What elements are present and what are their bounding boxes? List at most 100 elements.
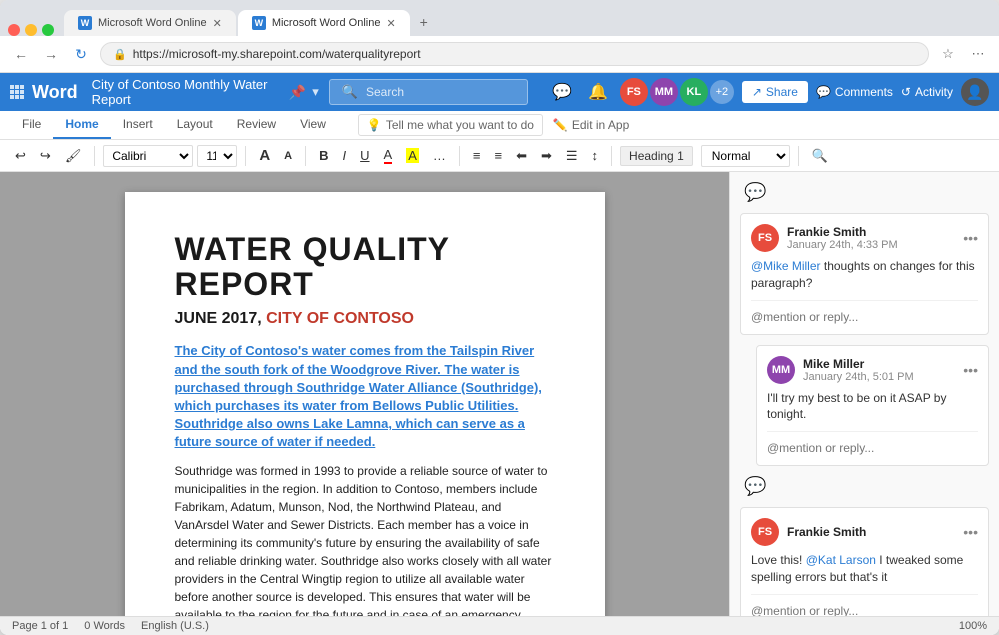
comment-more-3[interactable]: ••• [963, 524, 978, 540]
tab-close-2[interactable]: ✕ [386, 17, 395, 30]
maximize-traffic-light[interactable] [42, 24, 54, 36]
separator-2 [245, 146, 246, 166]
main-content-area: WATER QUALITY REPORT JUNE 2017, CITY OF … [0, 172, 999, 616]
bell-icon[interactable]: 🔔 [584, 80, 612, 104]
numbering-button[interactable]: ≡ [489, 145, 507, 166]
comment-author-2: Mike Miller [803, 357, 955, 371]
format-painter-button[interactable]: 🖌 [60, 145, 87, 167]
word-tab-icon-2: W [252, 16, 266, 30]
close-traffic-light[interactable] [8, 24, 20, 36]
document-scroll-area[interactable]: WATER QUALITY REPORT JUNE 2017, CITY OF … [0, 172, 729, 616]
increase-indent-button[interactable]: ➡ [536, 145, 557, 167]
ribbon-tab-file[interactable]: File [10, 111, 53, 139]
apps-grid-icon[interactable] [10, 85, 24, 99]
tab-label-2: Microsoft Word Online [272, 17, 381, 29]
ribbon-tab-layout[interactable]: Layout [165, 111, 225, 139]
align-button[interactable]: ☰ [561, 145, 583, 167]
comments-button[interactable]: 💬 Comments [816, 85, 893, 99]
highlight-button[interactable]: A [401, 145, 424, 166]
underline-button[interactable]: U [355, 145, 374, 166]
tab-close-1[interactable]: ✕ [213, 17, 222, 30]
browser-window: W Microsoft Word Online ✕ W Microsoft Wo… [0, 0, 999, 635]
redo-button[interactable]: ↪ [35, 145, 56, 167]
word-search-input[interactable] [366, 85, 515, 99]
comment-reply-input-2[interactable] [767, 441, 978, 455]
new-tab-button[interactable]: + [412, 8, 436, 36]
decrease-indent-button[interactable]: ⬅ [511, 145, 532, 167]
font-size-select[interactable]: 11 [197, 145, 237, 167]
browser-menu-button[interactable]: ⋯ [967, 43, 989, 65]
font-family-select[interactable]: Calibri [103, 145, 193, 167]
font-color-button[interactable]: A [379, 144, 398, 167]
heading-style-badge[interactable]: Heading 1 [620, 146, 693, 166]
tell-me-label: Tell me what you want to do [386, 118, 534, 132]
activity-button[interactable]: ↺ Activity [901, 85, 953, 99]
separator-3 [305, 146, 306, 166]
comment-meta-2: Mike Miller January 24th, 5:01 PM [803, 357, 955, 383]
line-spacing-button[interactable]: ↕ [587, 145, 604, 166]
minimize-traffic-light[interactable] [25, 24, 37, 36]
share-label: Share [766, 85, 798, 99]
undo-button[interactable]: ↩ [10, 145, 31, 167]
comment-more-2[interactable]: ••• [963, 362, 978, 378]
comment-header-3: FS Frankie Smith ••• [751, 518, 978, 546]
share-button[interactable]: ↗ Share [742, 81, 808, 103]
user-avatar[interactable]: 👤 [961, 78, 989, 106]
ribbon-tabs-row: File Home Insert Layout Review View 💡 Te… [0, 111, 999, 140]
ribbon-tab-home[interactable]: Home [53, 111, 110, 139]
font-increase-button[interactable]: A [254, 144, 275, 167]
bullets-button[interactable]: ≡ [468, 145, 486, 166]
bold-button[interactable]: B [314, 145, 333, 166]
word-app: Word City of Contoso Monthly Water Repor… [0, 73, 999, 635]
comment-text-prefix-3: Love this! [751, 553, 806, 567]
browser-tab-2[interactable]: W Microsoft Word Online ✕ [238, 10, 410, 36]
activity-icon: ↺ [901, 85, 911, 99]
zoom-level[interactable]: 100% [959, 620, 987, 632]
comment-mention-3[interactable]: @Kat Larson [806, 553, 876, 567]
forward-button[interactable]: → [40, 43, 62, 65]
comment-avatar-mm: MM [767, 356, 795, 384]
ribbon-tab-insert[interactable]: Insert [111, 111, 165, 139]
comment-author-3: Frankie Smith [787, 525, 955, 539]
comment-more-1[interactable]: ••• [963, 230, 978, 246]
lock-icon: 🔒 [113, 48, 127, 61]
document-intro-paragraph[interactable]: The City of Contoso's water comes from t… [175, 342, 555, 451]
comment-card-2: MM Mike Miller January 24th, 5:01 PM •••… [756, 345, 989, 467]
collab-avatar-mm[interactable]: MM [650, 78, 678, 106]
comment-text-1: @Mike Miller thoughts on changes for thi… [751, 258, 978, 292]
edit-in-app-button[interactable]: ✏️ Edit in App [553, 118, 629, 132]
ribbon-tab-view[interactable]: View [288, 111, 338, 139]
more-font-button[interactable]: … [428, 145, 451, 166]
ribbon-tab-review[interactable]: Review [225, 111, 288, 139]
refresh-button[interactable]: ↻ [70, 43, 92, 65]
browser-tab-1[interactable]: W Microsoft Word Online ✕ [64, 10, 236, 36]
search-toolbar-button[interactable]: 🔍 [807, 145, 833, 167]
italic-button[interactable]: I [338, 145, 352, 166]
comments-label: Comments [835, 85, 893, 99]
comment-mention-1[interactable]: @Mike Miller [751, 259, 821, 273]
collab-avatar-kl[interactable]: KL [680, 78, 708, 106]
browser-toolbar: ← → ↻ 🔒 https://microsoft-my.sharepoint.… [0, 36, 999, 73]
tell-me-input[interactable]: 💡 Tell me what you want to do [358, 114, 543, 136]
comment-reply-input-1[interactable] [751, 310, 978, 324]
traffic-lights [8, 24, 54, 36]
star-button[interactable]: ☆ [937, 43, 959, 65]
pin-icon[interactable]: 📌 [289, 84, 306, 101]
comment-time-1: January 24th, 4:33 PM [787, 239, 955, 251]
address-bar[interactable]: 🔒 https://microsoft-my.sharepoint.com/wa… [100, 42, 929, 66]
page-info: Page 1 of 1 [12, 620, 68, 632]
back-button[interactable]: ← [10, 43, 32, 65]
paragraph-style-select[interactable]: Normal Heading 1 [701, 145, 790, 167]
word-header: Word City of Contoso Monthly Water Repor… [0, 73, 999, 111]
collab-count[interactable]: +2 [710, 80, 734, 104]
font-decrease-button[interactable]: A [279, 147, 297, 165]
edit-icon: ✏️ [553, 118, 568, 132]
comment-card-1: FS Frankie Smith January 24th, 4:33 PM •… [740, 213, 989, 335]
collab-avatar-fs[interactable]: FS [620, 78, 648, 106]
chevron-down-icon[interactable]: ▾ [312, 84, 319, 100]
comment-reply-input-3[interactable] [751, 604, 978, 616]
chat-icon[interactable]: 💬 [548, 80, 576, 104]
word-search-box[interactable]: 🔍 [329, 79, 528, 105]
word-tab-icon-1: W [78, 16, 92, 30]
edit-in-app-label: Edit in App [572, 118, 629, 132]
